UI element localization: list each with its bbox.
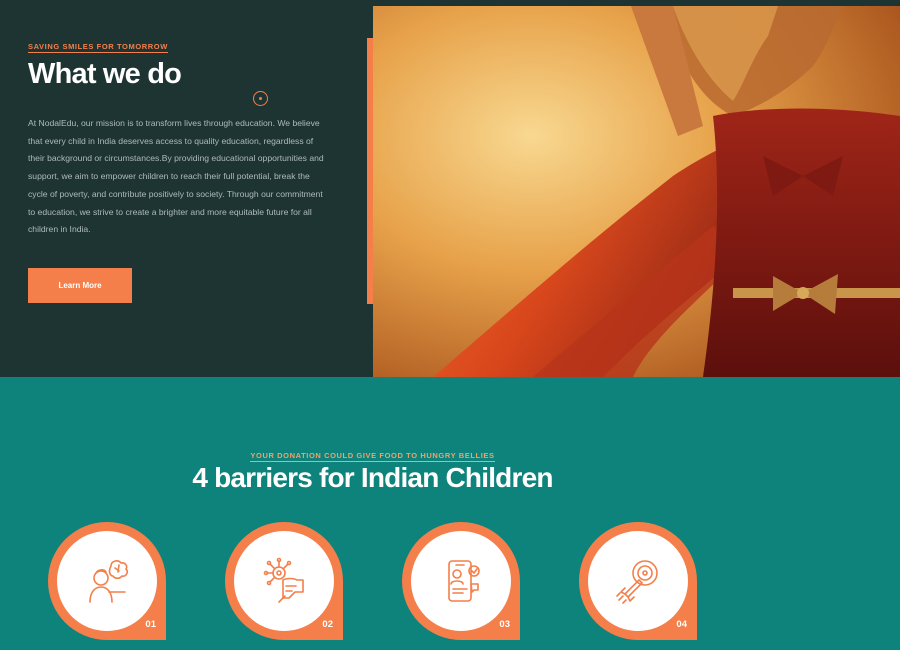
card-number: 04 [676, 619, 687, 630]
card-number: 03 [499, 619, 510, 630]
barrier-card-03[interactable]: 03 [402, 522, 520, 643]
barrier-card-01[interactable]: 01 [48, 522, 166, 643]
barrier-card-02[interactable]: 02 [225, 522, 343, 643]
hero-text-block: SAVING SMILES FOR TOMORROW What we do At… [28, 36, 328, 239]
hero-photo [373, 6, 900, 377]
child-thinking-icon [89, 560, 129, 603]
barriers-title: 4 barriers for Indian Children [192, 462, 553, 493]
girl-with-cape-image [373, 6, 900, 377]
hand-circuit-icon [263, 557, 304, 603]
hero-section: SAVING SMILES FOR TOMORROW What we do At… [0, 0, 900, 377]
hero-eyebrow: SAVING SMILES FOR TOMORROW [28, 42, 168, 53]
card-number: 01 [145, 619, 156, 630]
barriers-eyebrow-wrap: YOUR DONATION COULD GIVE FOOD TO HUNGRY … [0, 445, 745, 463]
mobile-profile-icon [448, 560, 480, 602]
rocket-target-icon [616, 560, 658, 604]
learn-more-button[interactable]: Learn More [28, 268, 132, 303]
decorative-ring-icon [253, 91, 268, 106]
barrier-card-04[interactable]: 04 [579, 522, 697, 643]
card-number: 02 [322, 619, 333, 630]
hero-description: At NodalEdu, our mission is to transform… [28, 118, 324, 235]
hero-title: What we do [28, 58, 182, 90]
barriers-eyebrow: YOUR DONATION COULD GIVE FOOD TO HUNGRY … [250, 451, 495, 462]
